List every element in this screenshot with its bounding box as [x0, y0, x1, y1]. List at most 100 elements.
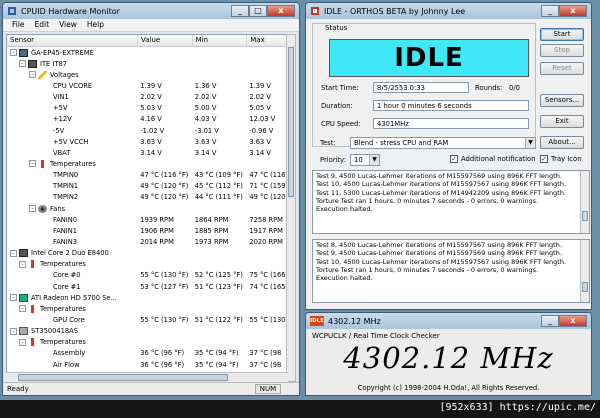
motherboard-icon	[19, 48, 28, 57]
sensor-row[interactable]: - Temperatures	[7, 303, 287, 314]
voltage-icon	[38, 70, 47, 79]
menu-view[interactable]: View	[54, 19, 82, 31]
about-button[interactable]: About...	[540, 136, 584, 149]
sensor-row[interactable]: -5V -1.02 V -3.01 V -0.96 V	[7, 125, 287, 136]
sensor-row[interactable]: FANIN1 1906 RPM 1885 RPM 1917 RPM	[7, 225, 287, 236]
sensor-row[interactable]: GPU Core 55 °C (130 °F) 51 °C (122 °F) 55 °…	[7, 314, 287, 325]
start-button[interactable]: Start	[540, 28, 584, 41]
column-header-min[interactable]: Min	[193, 35, 248, 46]
sensor-row[interactable]: - Temperatures	[7, 337, 287, 348]
log-panel-secondary[interactable]: Test 8, 4500 Lucas-Lehmer iterations of …	[312, 239, 590, 303]
sensor-row[interactable]: Core #1 53 °C (127 °F) 51 °C (123 °F) 74 °C…	[7, 281, 287, 292]
wcpuclk-titlebar[interactable]: IDLE 4302.12 MHz _ x	[306, 313, 591, 329]
sensor-min-cell: 2.02 V	[194, 93, 217, 102]
exit-button[interactable]: Exit	[540, 115, 584, 128]
tray-icon-checkbox[interactable]: ✓ Tray Icon	[540, 155, 582, 163]
cpuid-app-icon	[8, 7, 16, 15]
sensor-row[interactable]: +5V 5.03 V 5.00 V 5.05 V	[7, 103, 287, 114]
sensor-row[interactable]: - ITE IT87	[7, 58, 287, 69]
sensor-row[interactable]: VIN1 2.02 V 2.02 V 2.02 V	[7, 92, 287, 103]
collapse-toggle-icon[interactable]: -	[19, 60, 26, 68]
log-line: Test 9, 4500 Lucas-Lehmer iterations of …	[316, 172, 562, 180]
collapse-toggle-icon[interactable]: -	[29, 71, 36, 79]
close-button[interactable]: x	[559, 5, 587, 17]
num-lock-indicator: NUM	[255, 384, 281, 394]
sensor-row[interactable]: TMPIN2 49 °C (120 °F) 44 °C (111 °F) 49 °C …	[7, 192, 287, 203]
stop-button[interactable]: Stop	[540, 44, 584, 57]
sensor-row[interactable]: - Intel Core 2 Duo E8400	[7, 248, 287, 259]
sensor-row[interactable]: Air Flow 36 °C (96 °F) 35 °C (94 °F) 37 °C …	[7, 359, 287, 370]
column-header-sensor[interactable]: Sensor	[7, 35, 139, 46]
column-header-value[interactable]: Value	[138, 35, 193, 46]
sensor-row[interactable]: +12V 4.16 V 4.03 V 12.03 V	[7, 114, 287, 125]
hwmonitor-titlebar[interactable]: CPUID Hardware Monitor _ □ x	[3, 3, 299, 19]
collapse-toggle-icon[interactable]: -	[10, 249, 17, 257]
collapse-toggle-icon[interactable]: -	[19, 305, 26, 313]
reset-button[interactable]: Reset	[540, 62, 584, 75]
sensor-row[interactable]: Assembly 36 °C (96 °F) 35 °C (94 °F) 37 °C …	[7, 348, 287, 359]
sensor-label: Assembly	[53, 349, 86, 358]
additional-notification-checkbox[interactable]: ✓ Additional notification	[450, 155, 536, 163]
collapse-toggle-icon[interactable]: -	[19, 338, 26, 346]
collapse-toggle-icon[interactable]: -	[19, 260, 26, 268]
scrollbar-thumb[interactable]	[582, 282, 588, 292]
sensor-row[interactable]: - ATI Radeon HD 5700 Se...	[7, 292, 287, 303]
sensor-row[interactable]: - Voltages	[7, 69, 287, 80]
column-header-max[interactable]: Max	[247, 35, 287, 46]
sensor-row[interactable]: +5V VCCH 3.63 V 3.63 V 3.63 V	[7, 136, 287, 147]
menu-edit[interactable]: Edit	[30, 19, 55, 31]
sensor-row[interactable]: - GA-EP45-EXTREME	[7, 47, 287, 58]
collapse-toggle-icon[interactable]: -	[10, 327, 17, 335]
chevron-down-icon[interactable]: ▼	[369, 155, 379, 165]
sensor-min-cell: 5.00 V	[194, 104, 217, 113]
sensor-min-cell: 44 °C (111 °F)	[194, 193, 243, 202]
priority-select[interactable]: 10 ▼	[350, 154, 380, 166]
log-scrollbar[interactable]	[580, 240, 589, 302]
close-button[interactable]: x	[267, 5, 295, 17]
minimize-button[interactable]: _	[541, 5, 559, 17]
orthos-titlebar[interactable]: IDLE - ORTHOS BETA by Johnny Lee _ x	[306, 3, 591, 19]
collapse-toggle-icon[interactable]: -	[10, 294, 17, 302]
tree-horizontal-scrollbar[interactable]	[6, 372, 288, 382]
log-scrollbar[interactable]	[580, 171, 589, 233]
maximize-button[interactable]: □	[249, 5, 267, 17]
sensor-row[interactable]: CPU VCORE 1.39 V 1.36 V 1.39 V	[7, 80, 287, 91]
sensor-row[interactable]: - ST3500418AS	[7, 326, 287, 337]
status-group-label: Status	[323, 24, 350, 32]
test-select[interactable]: Blend - stress CPU and RAM ▼	[350, 137, 536, 149]
chevron-down-icon[interactable]: ▼	[525, 138, 535, 148]
checkmark-icon[interactable]: ✓	[450, 155, 458, 163]
menu-help[interactable]: Help	[82, 19, 109, 31]
scrollbar-thumb[interactable]	[288, 47, 294, 197]
collapse-toggle-icon[interactable]: -	[29, 205, 36, 213]
sensor-row[interactable]: - Temperatures	[7, 259, 287, 270]
close-button[interactable]: x	[559, 315, 587, 327]
sensor-row[interactable]: VBAT 3.14 V 3.14 V 3.14 V	[7, 147, 287, 158]
sensor-row[interactable]: TMPIN1 49 °C (120 °F) 45 °C (112 °F) 71 °C …	[7, 181, 287, 192]
tree-vertical-scrollbar[interactable]	[286, 34, 296, 382]
collapse-toggle-icon[interactable]: -	[29, 160, 36, 168]
minimize-button[interactable]: _	[541, 315, 559, 327]
log-panel-primary[interactable]: Test 9, 4500 Lucas-Lehmer iterations of …	[312, 170, 590, 234]
scrollbar-thumb[interactable]	[18, 374, 228, 381]
menu-bar: File Edit View Help	[3, 19, 299, 32]
sensor-row[interactable]: FANIN0 1939 RPM 1864 RPM 7258 RPM	[7, 214, 287, 225]
sensor-row[interactable]: - Fans	[7, 203, 287, 214]
sensor-row[interactable]: FANIN3 2014 RPM 1973 RPM 2020 RPM	[7, 236, 287, 247]
chip-icon	[19, 249, 28, 258]
checkmark-icon[interactable]: ✓	[540, 155, 548, 163]
sensor-row[interactable]: Core #0 55 °C (130 °F) 52 °C (125 °F) 75 °C…	[7, 270, 287, 281]
minimize-button[interactable]: _	[231, 5, 249, 17]
sensor-max-cell: 37 °C (98	[249, 360, 282, 369]
scrollbar-thumb[interactable]	[582, 211, 588, 221]
sensors-button[interactable]: Sensors...	[540, 94, 584, 107]
sensor-label: FANIN1	[53, 226, 78, 235]
sensor-tree[interactable]: Sensor Value Min Max - GA-EP45-EXTREME - IT…	[6, 34, 288, 382]
log-line: Torture Test ran 1 hours, 0 minutes 7 se…	[316, 196, 539, 205]
sensor-row[interactable]: TMPIN0 47 °C (116 °F) 43 °C (109 °F) 47 °C …	[7, 170, 287, 181]
tray-icon-label: Tray Icon	[551, 155, 582, 163]
collapse-toggle-icon[interactable]: -	[10, 49, 17, 57]
sensor-value-cell: 1939 RPM	[140, 215, 174, 224]
sensor-row[interactable]: - Temperatures	[7, 158, 287, 169]
menu-file[interactable]: File	[7, 19, 30, 31]
